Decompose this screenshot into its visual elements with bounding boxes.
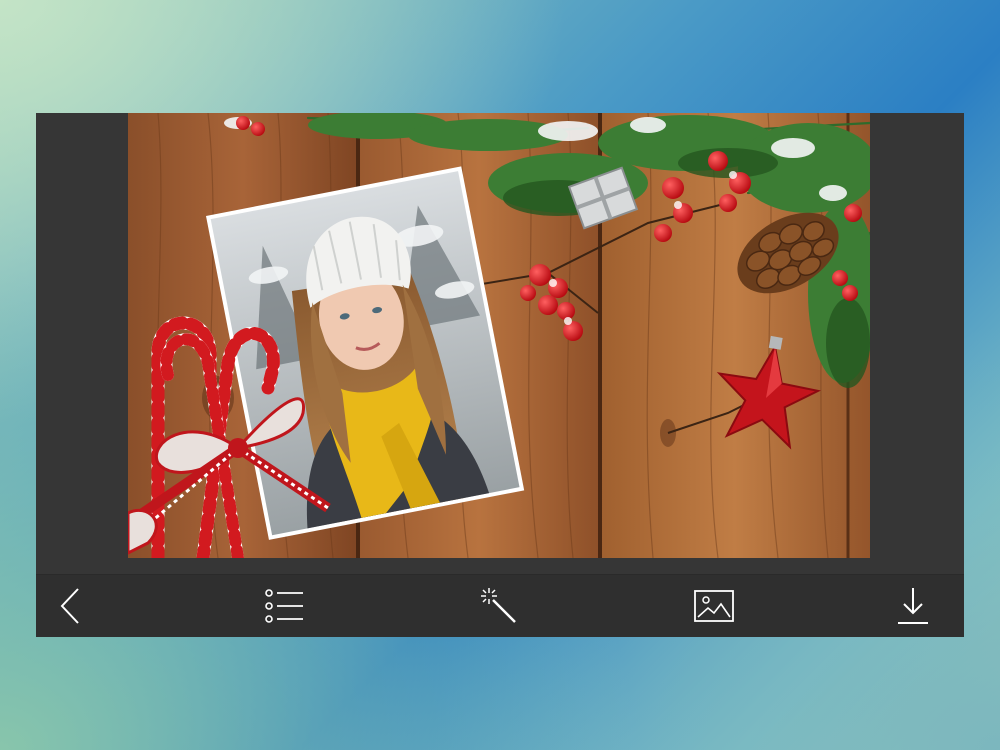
bottom-toolbar	[36, 574, 964, 637]
effects-button[interactable]	[464, 575, 534, 637]
background-image-button[interactable]	[679, 575, 749, 637]
list-button[interactable]	[250, 575, 320, 637]
magic-wand-icon	[479, 586, 519, 626]
photo-frame-canvas[interactable]	[128, 113, 870, 558]
chevron-left-icon	[56, 586, 86, 626]
christmas-frame-artwork	[128, 113, 870, 558]
download-icon	[896, 586, 930, 626]
image-icon	[694, 590, 734, 622]
back-button[interactable]	[36, 575, 106, 637]
list-icon	[265, 589, 305, 623]
app-frame	[36, 113, 964, 637]
download-button[interactable]	[878, 575, 948, 637]
